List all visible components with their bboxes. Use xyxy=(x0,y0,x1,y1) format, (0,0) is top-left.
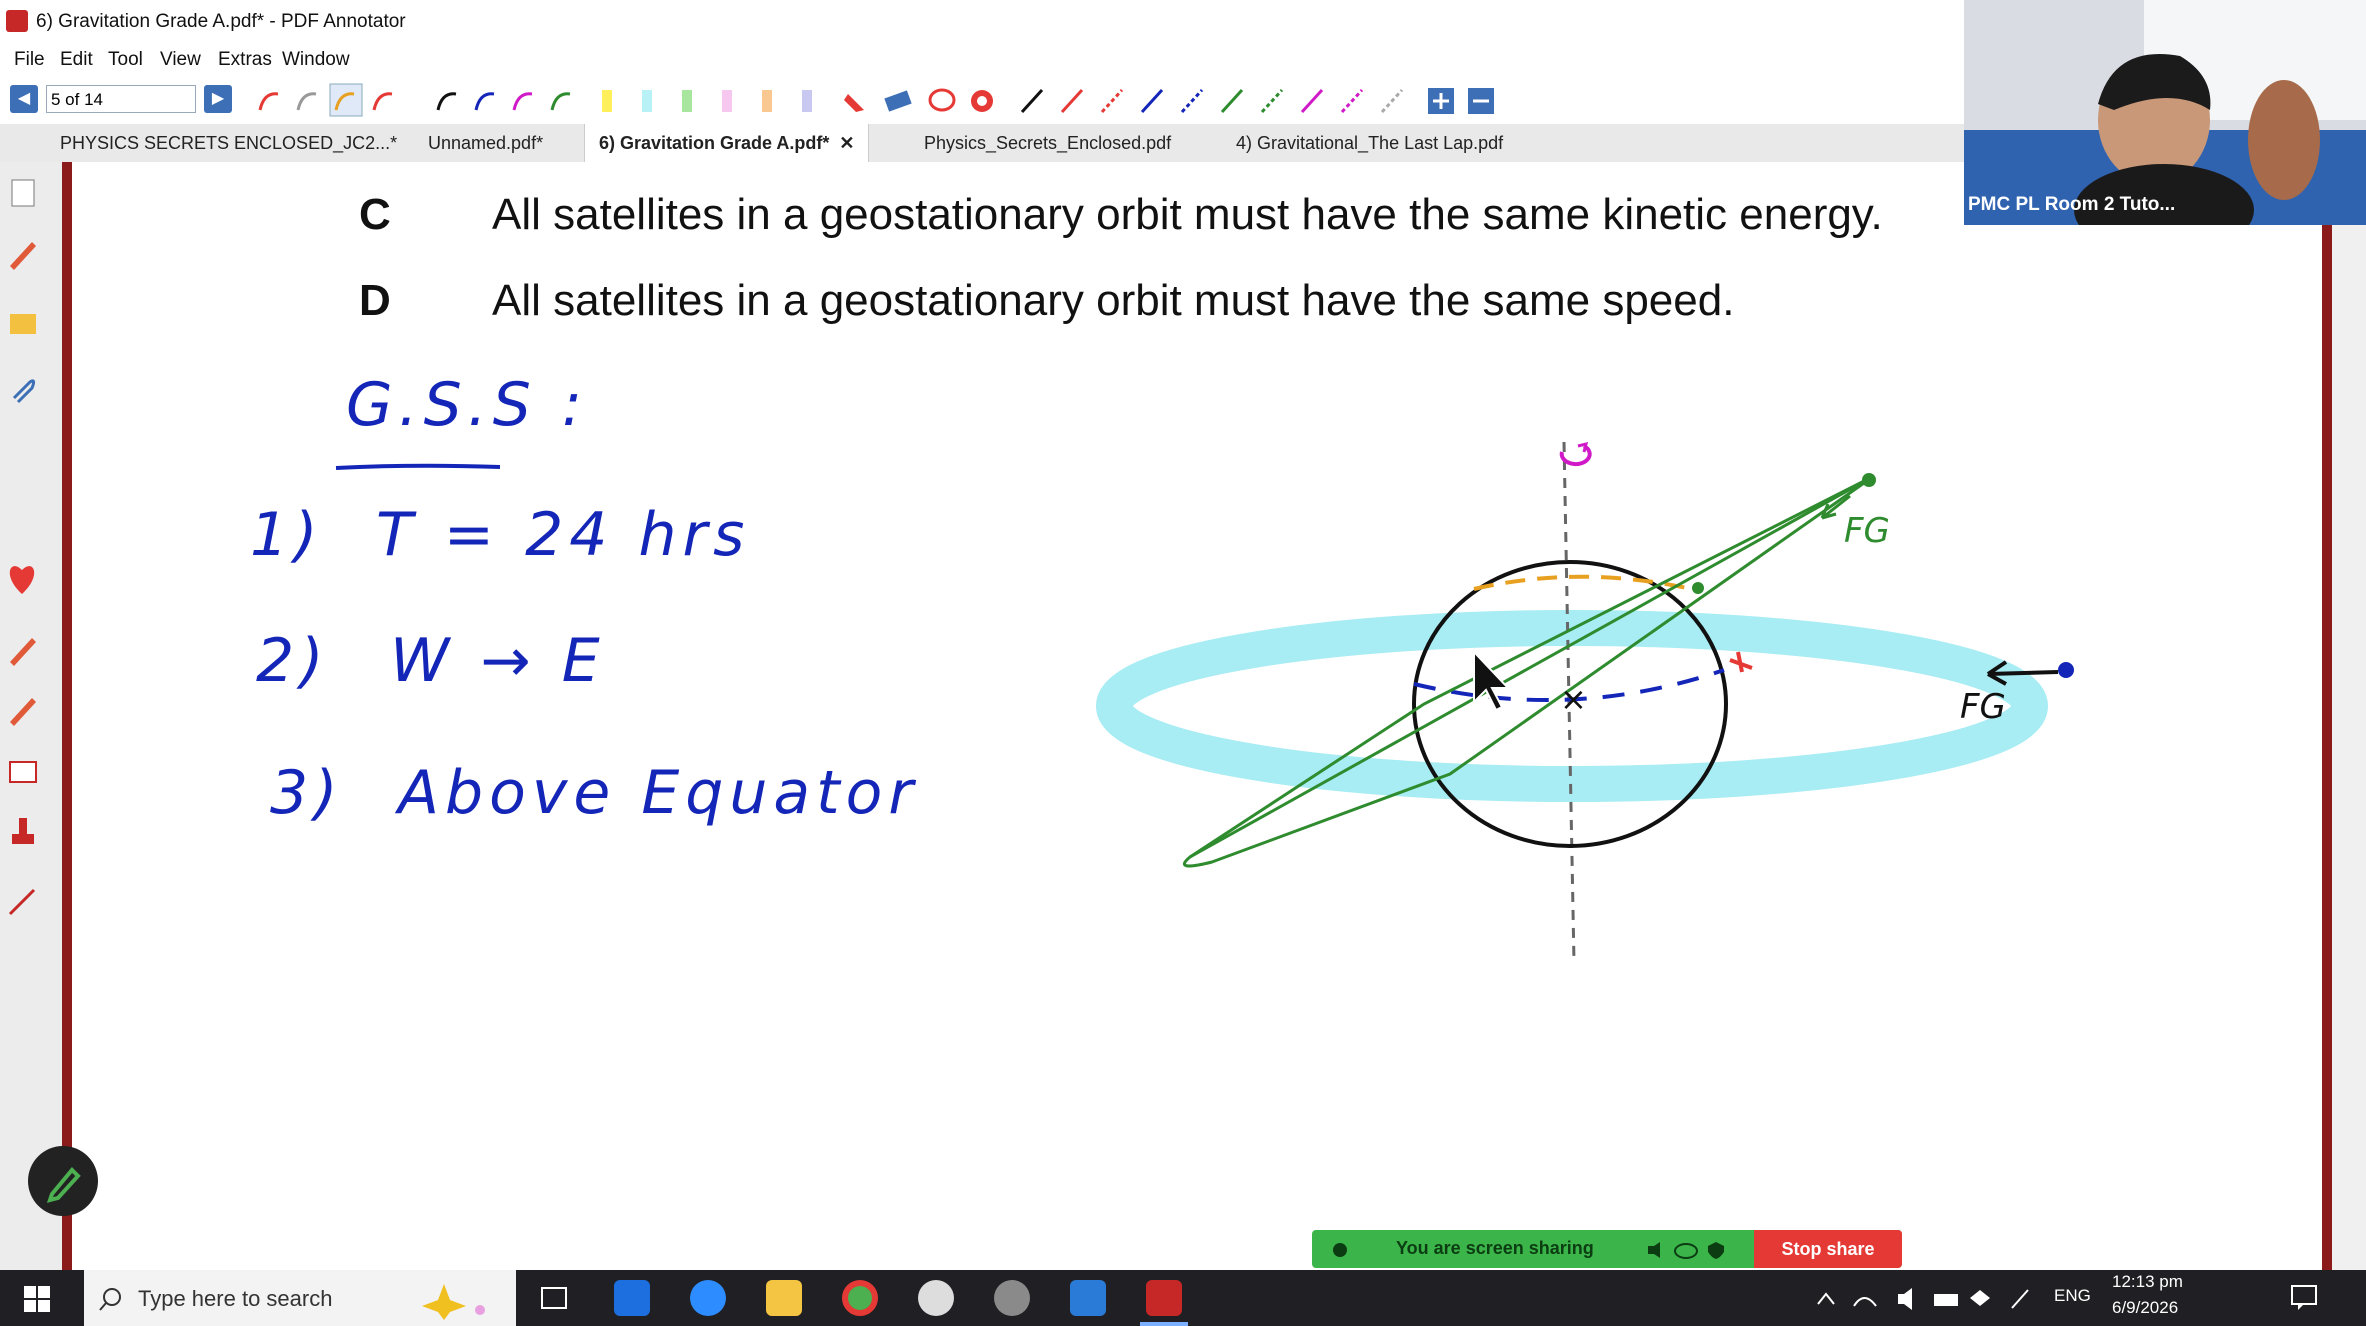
task-view-icon[interactable] xyxy=(536,1280,572,1316)
search-icon xyxy=(99,1288,121,1311)
tab-physics-secrets-jc2[interactable]: PHYSICS SECRETS ENCLOSED_JC2...* xyxy=(46,124,411,162)
active-app-indicator xyxy=(1140,1322,1188,1326)
close-tab-icon[interactable]: ✕ xyxy=(839,133,854,153)
red-pen-icon xyxy=(258,92,279,111)
pdf-annotator-taskbar-icon[interactable] xyxy=(1146,1280,1182,1316)
satellite-geostationary xyxy=(2058,662,2074,678)
window-title: 6) Gravitation Grade A.pdf* - PDF Annota… xyxy=(36,11,406,32)
tab-gravitational-last-lap[interactable]: 4) Gravitational_The Last Lap.pdf xyxy=(1222,124,1517,162)
marker-icon[interactable] xyxy=(10,638,36,666)
stop-share-button[interactable]: Stop share xyxy=(1754,1230,1902,1268)
system-tray-icons[interactable] xyxy=(1814,1286,2044,1312)
eraser-icon xyxy=(884,90,912,112)
heart-icon[interactable] xyxy=(9,566,35,594)
menu-file[interactable]: File xyxy=(14,49,45,71)
dropbox-icon[interactable] xyxy=(614,1280,650,1316)
next-page-button[interactable]: ▶ xyxy=(204,85,232,113)
yellow-highlighter-icon xyxy=(602,90,612,112)
page-border-left xyxy=(62,162,72,1270)
notifications-icon[interactable] xyxy=(2290,1282,2320,1312)
menu-window[interactable]: Window xyxy=(282,49,350,71)
lasso-icon xyxy=(928,88,956,112)
taskbar-search-box[interactable]: Type here to search xyxy=(84,1270,516,1326)
folder-icon[interactable] xyxy=(10,314,36,334)
app-f-icon[interactable] xyxy=(994,1280,1030,1316)
hand-tool-icon xyxy=(844,94,864,112)
satellite-equator-red xyxy=(1729,651,1753,673)
tab-label: PHYSICS SECRETS ENCLOSED_JC2...* xyxy=(60,133,398,153)
tab-physics-secrets-enclosed[interactable]: Physics_Secrets_Enclosed.pdf xyxy=(910,124,1185,162)
magenta-pen-icon xyxy=(512,92,533,111)
share-controls-icons[interactable] xyxy=(1646,1240,1726,1260)
pencil-icon xyxy=(46,1167,81,1203)
pen-icon[interactable] xyxy=(10,242,36,270)
stamp-icon[interactable] xyxy=(12,834,34,844)
page-border-right xyxy=(2322,162,2332,1270)
copilot-sparkle-icon xyxy=(422,1284,485,1320)
menu-extras[interactable]: Extras xyxy=(218,49,272,71)
previous-page-button[interactable]: ◀ xyxy=(10,85,38,113)
page-number-field[interactable]: 5 of 14 xyxy=(46,85,196,113)
left-tool-sidebar xyxy=(0,162,62,1270)
blue-pen-icon xyxy=(474,92,495,111)
screen-share-status: You are screen sharing xyxy=(1396,1238,1594,1258)
zoom-icon[interactable] xyxy=(690,1280,726,1316)
tab-unnamed[interactable]: Unnamed.pdf* xyxy=(414,124,557,162)
orange-highlighter-icon xyxy=(762,90,772,112)
chrome-icon[interactable] xyxy=(842,1280,878,1316)
share-status-icon xyxy=(1333,1243,1347,1257)
tab-label: 6) Gravitation Grade A.pdf* xyxy=(599,133,830,153)
clock-date[interactable]: 6/9/2026 xyxy=(2112,1298,2178,1318)
input-language[interactable]: ENG xyxy=(2054,1286,2091,1306)
satellite-inclined xyxy=(1862,473,1876,487)
pdf-annotator-app-icon xyxy=(6,10,28,32)
tab-label: 4) Gravitational_The Last Lap.pdf xyxy=(1236,133,1504,153)
pdf-page[interactable]: C All satellites in a geostationary orbi… xyxy=(72,162,2322,1270)
orbit-diagram: FG FG × xyxy=(1096,441,2074,963)
gray-pen-icon xyxy=(296,92,317,111)
tab-label: Physics_Secrets_Enclosed.pdf xyxy=(924,133,1172,153)
text-box-icon[interactable] xyxy=(9,761,37,783)
force-label-inclined: FG xyxy=(1844,511,1890,551)
stop-share-label: Stop share xyxy=(1781,1239,1875,1259)
clock-time[interactable]: 12:13 pm xyxy=(2112,1272,2183,1292)
menu-edit[interactable]: Edit xyxy=(60,49,93,71)
clock-app-icon[interactable] xyxy=(918,1280,954,1316)
webcam-overlay[interactable]: PMC PL Room 2 Tuto... xyxy=(1964,0,2366,225)
tab-label: Unnamed.pdf* xyxy=(428,133,544,153)
lavender-highlighter-icon xyxy=(802,90,812,112)
webcam-label: PMC PL Room 2 Tuto... xyxy=(1968,194,2176,215)
windows-taskbar: Type here to search ENG 12:13 pm 6/9/202… xyxy=(0,1270,2366,1326)
highlighter-icon[interactable] xyxy=(10,698,36,726)
cyan-highlighter-icon xyxy=(642,90,652,112)
green-highlighter-icon xyxy=(682,90,692,112)
force-label-geostationary: FG xyxy=(1960,687,2006,727)
black-pen-icon xyxy=(436,92,457,111)
word-icon[interactable] xyxy=(1070,1280,1106,1316)
paperclip-icon[interactable] xyxy=(12,379,36,404)
windows-start-icon[interactable] xyxy=(24,1286,50,1312)
tab-gravitation-grade-a[interactable]: 6) Gravitation Grade A.pdf* ✕ xyxy=(584,124,870,162)
menu-tool[interactable]: Tool xyxy=(108,49,143,71)
green-pen-icon xyxy=(550,92,571,111)
page-view-icon[interactable] xyxy=(11,179,35,207)
menu-view[interactable]: View xyxy=(160,49,201,71)
line-tool-icon xyxy=(1020,88,1044,114)
draw-mode-button[interactable] xyxy=(28,1146,98,1216)
file-explorer-icon[interactable] xyxy=(766,1280,802,1316)
search-placeholder: Type here to search xyxy=(138,1286,333,1311)
satellite-latitude xyxy=(1692,582,1704,594)
earth-center-mark: × xyxy=(1560,680,1587,718)
vertical-scrollbar[interactable] xyxy=(2332,162,2366,1270)
tool-palette[interactable] xyxy=(250,82,1510,120)
pink-highlighter-icon xyxy=(722,90,732,112)
arrow-tool-icon[interactable] xyxy=(8,888,36,916)
